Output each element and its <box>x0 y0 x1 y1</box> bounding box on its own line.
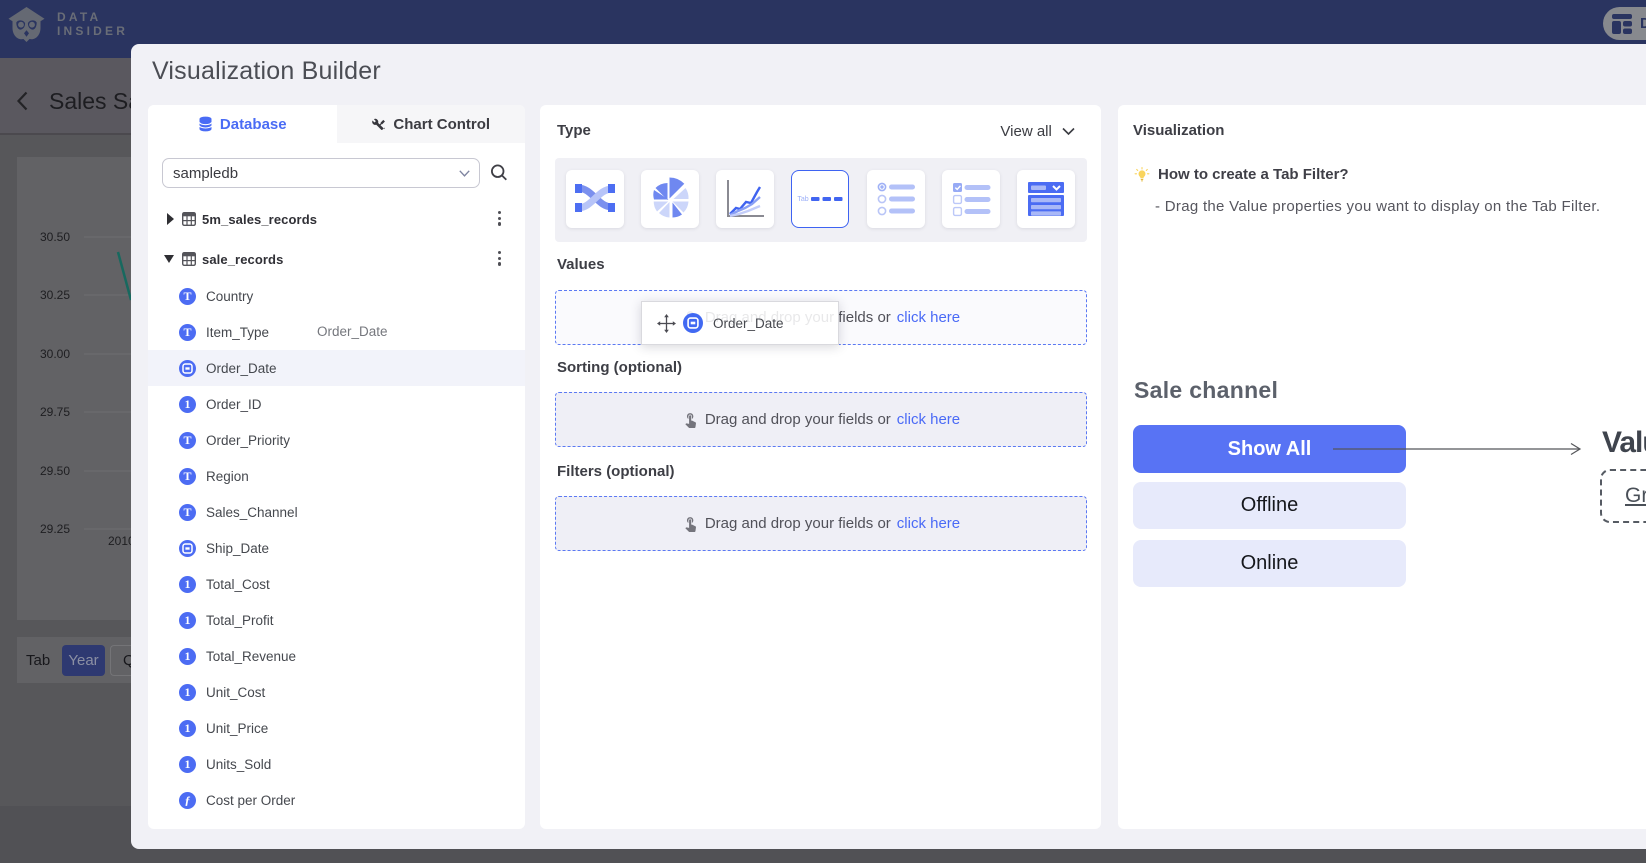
svg-text:30.50: 30.50 <box>40 230 70 244</box>
svg-text:2010: 2010 <box>108 534 131 548</box>
svg-text:30.25: 30.25 <box>40 288 70 302</box>
svg-text:29.25: 29.25 <box>40 522 70 536</box>
svg-text:29.75: 29.75 <box>40 405 70 419</box>
svg-text:30.00: 30.00 <box>40 347 70 361</box>
svg-text:29.50: 29.50 <box>40 464 70 478</box>
